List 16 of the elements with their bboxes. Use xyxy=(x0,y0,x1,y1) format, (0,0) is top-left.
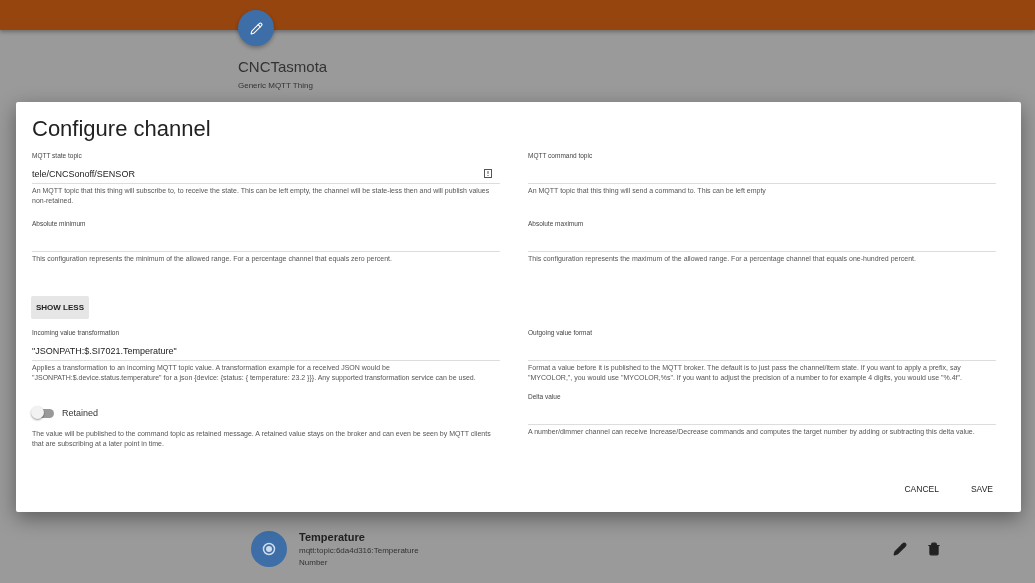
edit-avatar[interactable] xyxy=(238,10,274,46)
channel-name: Temperature xyxy=(299,531,366,543)
channel-type: Number xyxy=(299,558,329,567)
thing-title: CNCTasmota xyxy=(238,58,329,75)
picker-icon[interactable] xyxy=(484,169,492,178)
switch-label: Retained xyxy=(62,408,99,418)
input-field[interactable]: "JSONPATH:$.SI7021.Temperature" xyxy=(32,341,500,361)
switch[interactable] xyxy=(32,408,54,418)
dialog-action-button[interactable]: CANCEL xyxy=(892,478,951,500)
thing-subtitle: Generic MQTT Thing xyxy=(238,81,314,90)
channel-icon xyxy=(251,531,287,567)
dialog-action-button[interactable]: SAVE xyxy=(958,478,1005,500)
input-field[interactable]: tele/CNCSonoff/SENSOR xyxy=(32,164,500,184)
channel-uid: mqtt:topic:6da4d316:Temperature xyxy=(299,546,420,555)
dialog-title: Configure channel xyxy=(32,116,212,142)
show-less-button[interactable]: SHOW LESS xyxy=(31,296,89,319)
